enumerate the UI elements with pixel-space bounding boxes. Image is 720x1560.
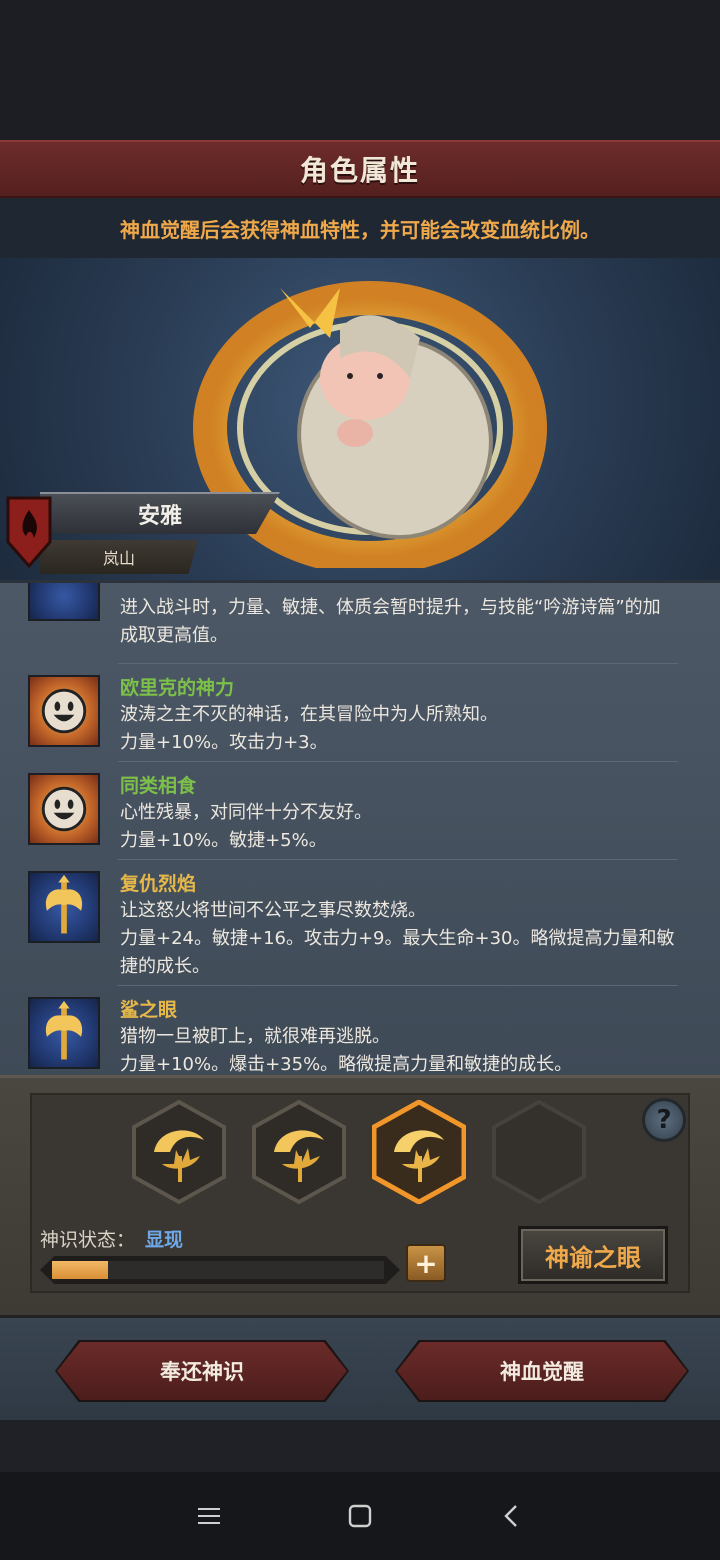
- subtitle-text: 神血觉醒后会获得神血特性，并可能会改变血统比例。: [120, 217, 600, 242]
- trait-name: 复仇烈焰: [120, 873, 197, 895]
- trait-name: 鲨之眼: [120, 999, 178, 1021]
- subtitle-bar: 神血觉醒后会获得神血特性，并可能会改变血统比例。: [0, 198, 720, 258]
- divider: [118, 761, 678, 762]
- question-icon: ?: [656, 1105, 672, 1135]
- spacer: [0, 1420, 720, 1472]
- divine-slot-1[interactable]: [132, 1100, 226, 1204]
- divine-progress-fill: [52, 1261, 109, 1279]
- trait-description: 让这怒火将世间不公平之事尽数焚烧。: [120, 900, 426, 921]
- divine-slot-4-empty[interactable]: [492, 1100, 586, 1204]
- trait-effect: 力量+10%。敏捷+5%。: [120, 830, 327, 851]
- help-button[interactable]: ?: [642, 1098, 686, 1142]
- smiley-sun-icon: [28, 675, 100, 747]
- trait-effect: 成取更高值。: [120, 625, 228, 646]
- return-divine-sense-label: 奉还神识: [160, 1360, 244, 1384]
- trait-name: 同类相食: [120, 775, 197, 797]
- plus-icon: +: [414, 1246, 438, 1280]
- flame-crest-icon: [6, 496, 52, 568]
- blood-awaken-label: 神血觉醒: [500, 1360, 584, 1384]
- divider: [118, 985, 678, 986]
- divine-state-value: 显现: [145, 1229, 184, 1251]
- trait-description: 猎物一旦被盯上，就很难再逃脱。: [120, 1026, 390, 1047]
- trait-effect: 力量+24。敏捷+16。攻击力+9。最大生命+30。略微提高力量和敏: [120, 928, 675, 949]
- trait-list[interactable]: 进入战斗时，力量、敏捷、体质会暂时提升，与技能“吟游诗篇”的加 成取更高值。 欧…: [0, 580, 720, 1075]
- title-bar: 角色属性: [0, 140, 720, 198]
- page-title: 角色属性: [299, 154, 420, 187]
- divine-state-label: 神识状态：: [40, 1229, 136, 1251]
- add-progress-button[interactable]: +: [406, 1244, 446, 1282]
- trait-name: 欧里克的神力: [120, 677, 235, 699]
- blood-awaken-button[interactable]: 神血觉醒: [397, 1342, 687, 1400]
- divider: [118, 663, 678, 664]
- character-name-banner: 安雅: [40, 492, 280, 534]
- trait-description: 进入战斗时，力量、敏捷、体质会暂时提升，与技能“吟游诗篇”的加: [120, 597, 661, 618]
- trait-effect: 捷的成长。: [120, 956, 210, 977]
- menu-icon[interactable]: [190, 1496, 230, 1536]
- oracle-eye-label: 神谕之眼: [545, 1243, 641, 1272]
- trait-description: 波涛之主不灭的神话，在其冒险中为人所熟知。: [120, 704, 498, 725]
- top-status-area: [0, 0, 720, 140]
- back-icon[interactable]: [492, 1496, 532, 1536]
- character-origin-banner: 岚山: [40, 540, 198, 574]
- return-divine-sense-button[interactable]: 奉还神识: [57, 1342, 347, 1400]
- golden-axe-icon: [28, 997, 100, 1069]
- divine-progress-bar: [52, 1261, 384, 1279]
- trait-effect: 力量+10%。攻击力+3。: [120, 732, 328, 753]
- golden-axe-icon: [28, 583, 100, 621]
- character-name: 安雅: [137, 504, 182, 529]
- oracle-eye-button[interactable]: 神谕之眼: [518, 1226, 668, 1284]
- trait-effect: 力量+10%。爆击+35%。略微提高力量和敏捷的成长。: [120, 1054, 573, 1075]
- golden-axe-icon: [28, 871, 100, 943]
- character-origin: 岚山: [102, 549, 135, 568]
- divine-slot-3-selected[interactable]: [372, 1100, 466, 1204]
- divider: [118, 859, 678, 860]
- trait-description: 心性残暴，对同伴十分不友好。: [120, 802, 372, 823]
- smiley-sun-icon: [28, 773, 100, 845]
- home-icon[interactable]: [340, 1496, 380, 1536]
- divine-slot-2[interactable]: [252, 1100, 346, 1204]
